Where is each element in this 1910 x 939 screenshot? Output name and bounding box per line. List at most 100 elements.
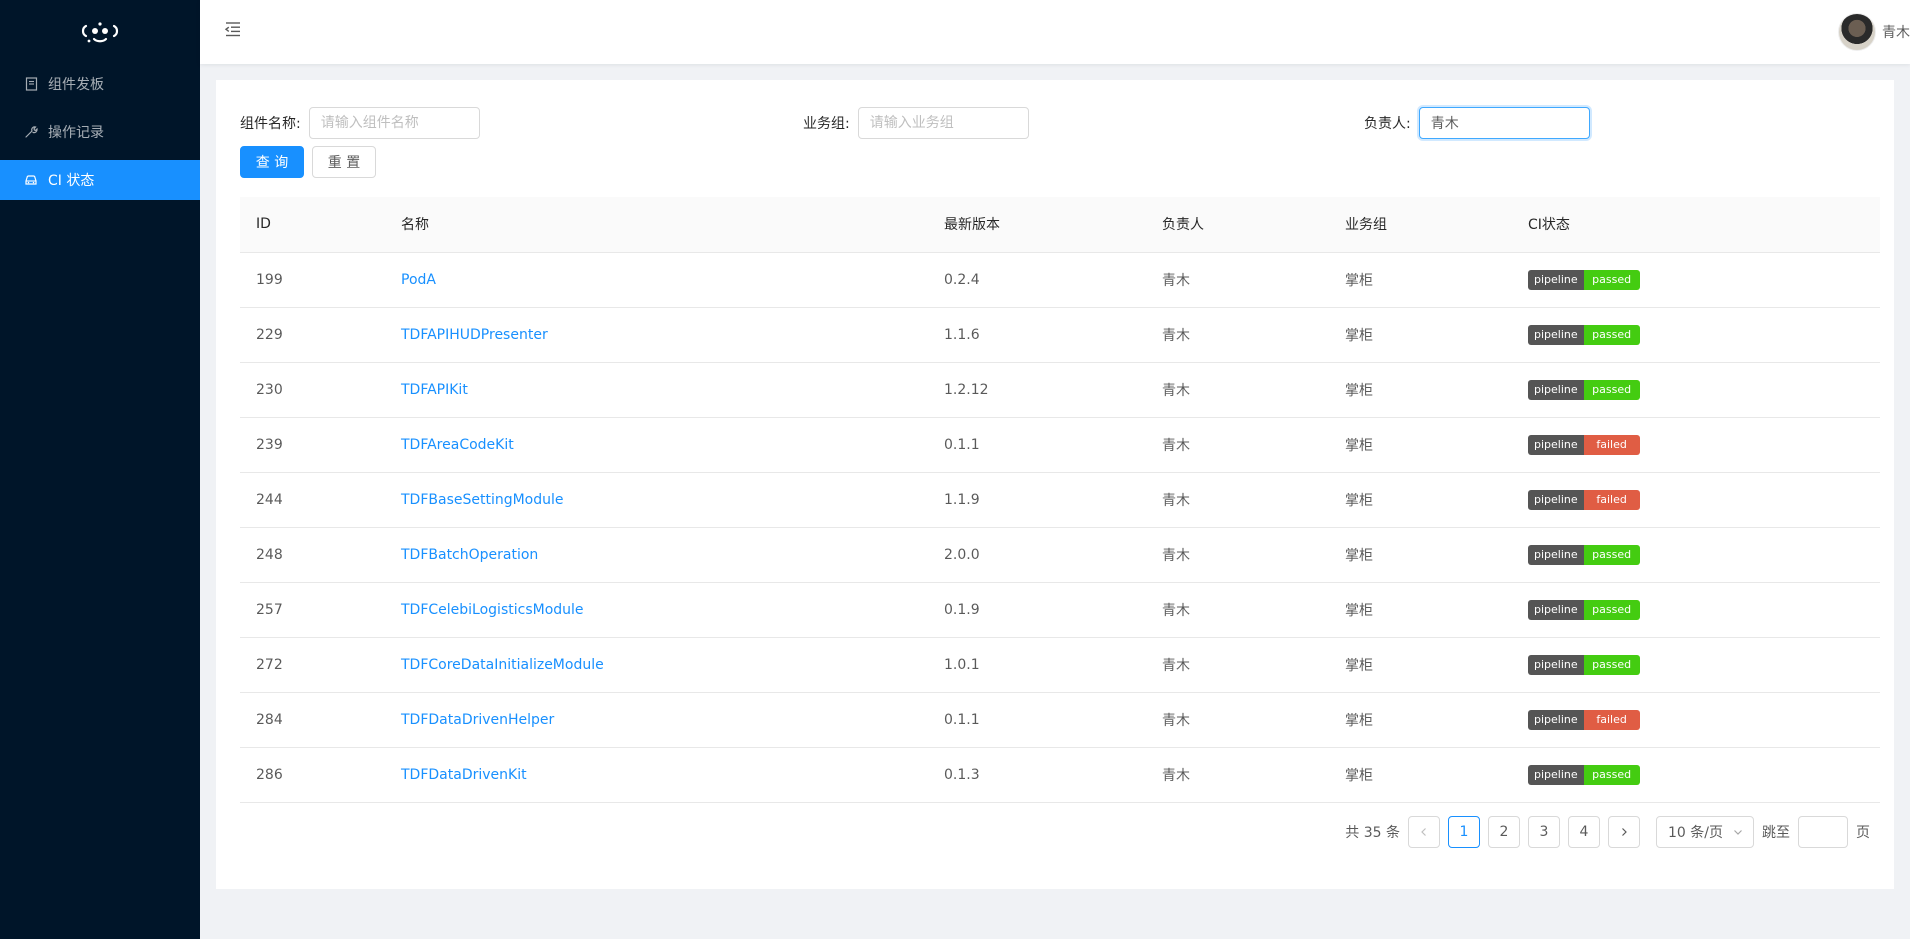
- page-button-1[interactable]: 1: [1448, 816, 1480, 848]
- cell-version: 2.0.0: [928, 527, 1146, 583]
- pipeline-status-badge[interactable]: pipeline passed: [1528, 654, 1640, 675]
- table-row: 199 PodA 0.2.4 青木 掌柜 pipeline passed: [240, 252, 1880, 308]
- page-list: 1234: [1448, 816, 1608, 848]
- cell-name: TDFDataDrivenKit: [385, 747, 928, 803]
- cell-owner: 青木: [1146, 362, 1329, 418]
- reset-button[interactable]: 重 置: [312, 146, 376, 178]
- cell-owner: 青木: [1146, 637, 1329, 693]
- page-button-2[interactable]: 2: [1488, 816, 1520, 848]
- cell-group: 掌柜: [1329, 692, 1512, 748]
- owner-input[interactable]: [1418, 107, 1590, 139]
- cell-owner: 青木: [1146, 252, 1329, 308]
- cell-name-link[interactable]: TDFCelebiLogisticsModule: [401, 602, 584, 618]
- pipeline-status-badge[interactable]: pipeline passed: [1528, 764, 1640, 785]
- badge-label: pipeline: [1528, 709, 1584, 730]
- column-header-ci-status: CI状态: [1512, 197, 1880, 253]
- cell-ci-status: pipeline passed: [1512, 747, 1880, 803]
- cell-name-link[interactable]: PodA: [401, 272, 436, 288]
- column-header-name: 名称: [385, 197, 928, 253]
- jump-to-input[interactable]: [1798, 816, 1848, 848]
- cell-name: TDFBatchOperation: [385, 527, 928, 583]
- page-suffix-label: 页: [1856, 825, 1870, 841]
- badge-label: pipeline: [1528, 324, 1584, 345]
- badge-label: pipeline: [1528, 599, 1584, 620]
- page-button-3[interactable]: 3: [1528, 816, 1560, 848]
- page-size-select[interactable]: 10 条/页: [1656, 816, 1754, 848]
- badge-label: pipeline: [1528, 269, 1584, 290]
- cell-name-link[interactable]: TDFAreaCodeKit: [401, 437, 514, 453]
- cell-ci-status: pipeline failed: [1512, 472, 1880, 528]
- cell-owner: 青木: [1146, 472, 1329, 528]
- book-icon: [24, 77, 38, 91]
- cell-name-link[interactable]: TDFAPIHUDPresenter: [401, 327, 548, 343]
- column-header-owner: 负责人: [1146, 197, 1329, 253]
- cell-name-link[interactable]: TDFDataDrivenHelper: [401, 712, 554, 728]
- cell-id: 199: [240, 252, 385, 308]
- pipeline-status-badge[interactable]: pipeline failed: [1528, 489, 1640, 510]
- table-row: 248 TDFBatchOperation 2.0.0 青木 掌柜 pipeline pas…: [240, 527, 1880, 583]
- cell-ci-status: pipeline passed: [1512, 307, 1880, 363]
- pipeline-status-badge[interactable]: pipeline failed: [1528, 709, 1640, 730]
- cell-owner: 青木: [1146, 417, 1329, 473]
- cell-ci-status: pipeline passed: [1512, 582, 1880, 638]
- cell-group: 掌柜: [1329, 307, 1512, 363]
- cell-id: 284: [240, 692, 385, 748]
- sidebar-item-label: CI 状态: [48, 173, 95, 189]
- query-button[interactable]: 查 询: [240, 146, 304, 178]
- cell-name: TDFCelebiLogisticsModule: [385, 582, 928, 638]
- user-menu[interactable]: 青木: [1838, 12, 1910, 52]
- prev-page-button[interactable]: [1408, 816, 1440, 848]
- cell-group: 掌柜: [1329, 417, 1512, 473]
- page-button-4[interactable]: 4: [1568, 816, 1600, 848]
- pipeline-status-badge[interactable]: pipeline passed: [1528, 324, 1640, 345]
- table-row: 257 TDFCelebiLogisticsModule 0.1.9 青木 掌柜 pipe…: [240, 582, 1880, 638]
- sidebar-item-component-release[interactable]: 组件发板: [0, 64, 200, 104]
- pipeline-status-badge[interactable]: pipeline failed: [1528, 434, 1640, 455]
- badge-status: passed: [1583, 544, 1640, 565]
- sidebar-item-label: 操作记录: [48, 125, 104, 141]
- pipeline-status-badge[interactable]: pipeline passed: [1528, 379, 1640, 400]
- cell-ci-status: pipeline passed: [1512, 527, 1880, 583]
- avatar[interactable]: [1838, 13, 1876, 51]
- cell-ci-status: pipeline failed: [1512, 692, 1880, 748]
- cell-name-link[interactable]: TDFBaseSettingModule: [401, 492, 564, 508]
- badge-status: passed: [1583, 379, 1640, 400]
- pipeline-status-badge[interactable]: pipeline passed: [1528, 599, 1640, 620]
- username: 青木: [1882, 25, 1910, 41]
- cell-name-link[interactable]: TDFCoreDataInitializeModule: [401, 657, 604, 673]
- cell-name-link[interactable]: TDFAPIKit: [401, 382, 468, 398]
- table-row: 286 TDFDataDrivenKit 0.1.3 青木 掌柜 pipeline pass…: [240, 747, 1880, 803]
- cell-group: 掌柜: [1329, 252, 1512, 308]
- pipeline-status-badge[interactable]: pipeline passed: [1528, 269, 1640, 290]
- cell-owner: 青木: [1146, 307, 1329, 363]
- cell-ci-status: pipeline failed: [1512, 417, 1880, 473]
- cell-name: TDFCoreDataInitializeModule: [385, 637, 928, 693]
- menu-fold-icon[interactable]: [224, 20, 242, 38]
- cell-version: 0.1.1: [928, 692, 1146, 748]
- next-page-button[interactable]: [1608, 816, 1640, 848]
- business-group-input[interactable]: [857, 107, 1029, 139]
- badge-label: pipeline: [1528, 379, 1584, 400]
- cell-version: 1.2.12: [928, 362, 1146, 418]
- pagination-total: 共 35 条: [1345, 825, 1400, 841]
- cell-name-link[interactable]: TDFDataDrivenKit: [401, 767, 527, 783]
- badge-status: failed: [1583, 709, 1640, 730]
- cell-id: 248: [240, 527, 385, 583]
- cell-group: 掌柜: [1329, 582, 1512, 638]
- cell-id: 272: [240, 637, 385, 693]
- cell-owner: 青木: [1146, 692, 1329, 748]
- chevron-down-icon: [1734, 830, 1742, 835]
- table-header-row: ID 名称 最新版本 负责人 业务组 CI状态: [240, 197, 1880, 253]
- pipeline-status-badge[interactable]: pipeline passed: [1528, 544, 1640, 565]
- header: 青木: [200, 0, 1910, 64]
- cell-version: 1.1.9: [928, 472, 1146, 528]
- cell-owner: 青木: [1146, 527, 1329, 583]
- logo[interactable]: [0, 0, 200, 64]
- cell-name-link[interactable]: TDFBatchOperation: [401, 547, 538, 563]
- table-body: 199 PodA 0.2.4 青木 掌柜 pipeline passed 229 TDFAPIH…: [240, 252, 1880, 803]
- table-row: 230 TDFAPIKit 1.2.12 青木 掌柜 pipeline passed: [240, 362, 1880, 418]
- sidebar-item-operation-log[interactable]: 操作记录: [0, 112, 200, 152]
- mascot-logo-icon: [81, 22, 119, 43]
- sidebar-item-ci-status[interactable]: CI 状态: [0, 160, 200, 200]
- component-name-input[interactable]: [308, 107, 480, 139]
